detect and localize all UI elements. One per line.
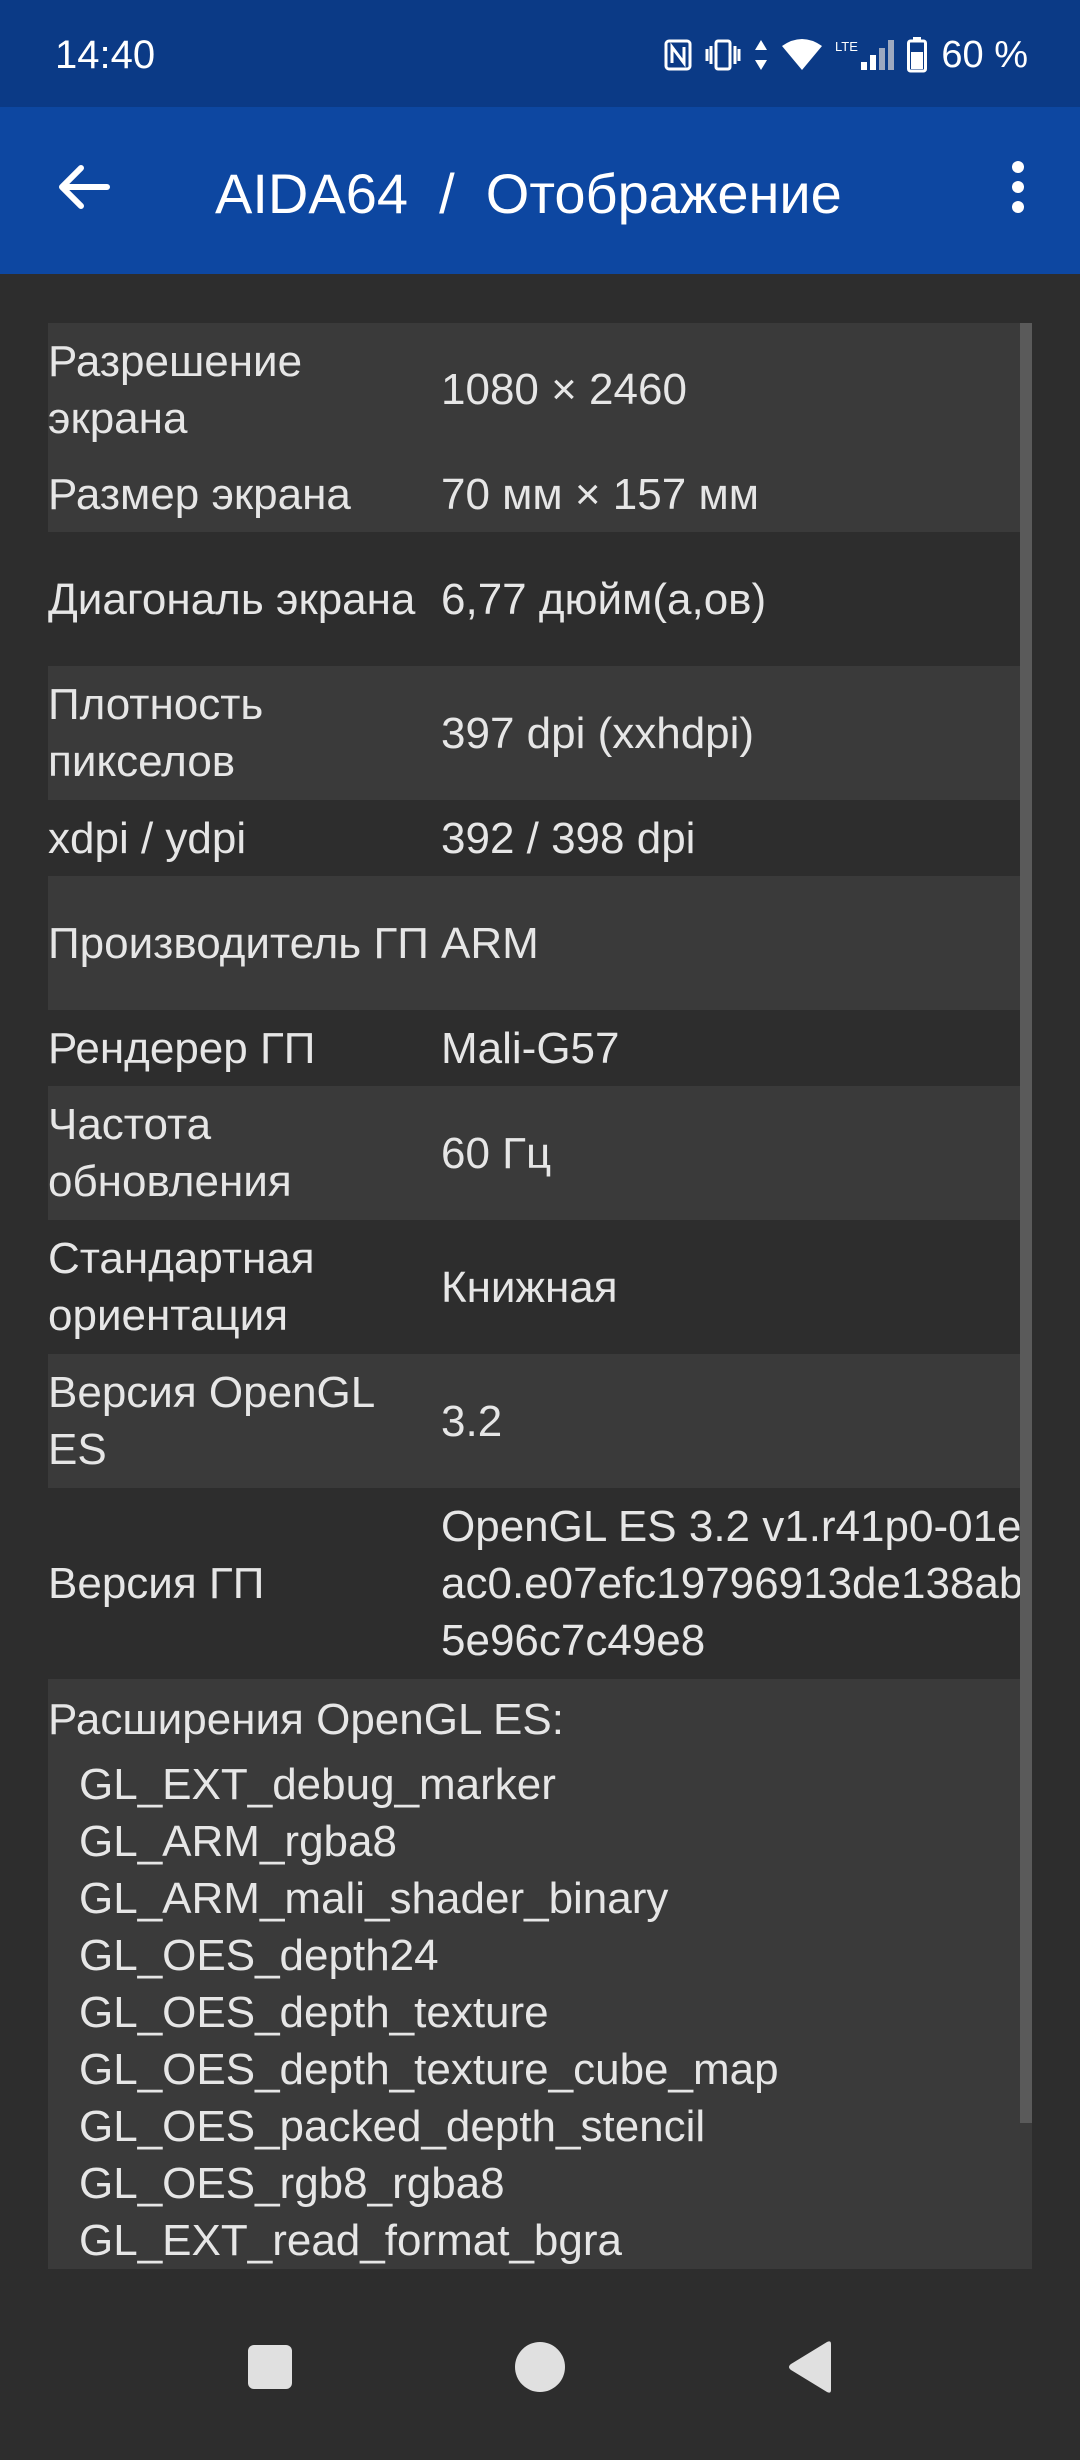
row-value: 397 dpi (xxhdpi) (441, 708, 755, 758)
recents-square-icon (248, 2345, 292, 2389)
extensions-block[interactable]: Расширения OpenGL ES: GL_EXT_debug_marke… (48, 1679, 1032, 2269)
recents-button[interactable] (220, 2322, 320, 2412)
app-bar: AIDA64 / Отображение (0, 107, 1080, 274)
row-value: Mali-G57 (441, 1023, 620, 1073)
extension-item: GL_ARM_rgba8 (79, 1817, 397, 1866)
row-label: Рендерер ГП (48, 1023, 316, 1073)
extension-item: GL_OES_depth24 (79, 1931, 439, 1980)
list-row[interactable]: Версия ГП OpenGL ES 3.2 v1.r41p0-01eac0.… (48, 1488, 1032, 1679)
extension-item: GL_EXT_debug_marker (79, 1760, 556, 1809)
extension-item: GL_EXT_read_format_bgra (79, 2216, 622, 2265)
row-value: 70 мм × 157 мм (441, 469, 759, 519)
row-label: Версия OpenGL ES (48, 1368, 374, 1474)
list-row[interactable]: Плотность пикселов 397 dpi (xxhdpi) (48, 666, 1032, 800)
info-list[interactable]: Разрешение экрана 1080 × 2460 Размер экр… (48, 323, 1032, 2269)
arrow-left-icon (59, 165, 110, 209)
row-label: Разрешение экрана (48, 336, 303, 443)
row-value: 6,77 дюйм(а,ов) (441, 574, 767, 624)
list-row[interactable]: Диагональ экрана 6,77 дюйм(а,ов) (48, 532, 1032, 666)
list-row[interactable]: Размер экрана 70 мм × 157 мм (48, 456, 1032, 532)
list-row[interactable]: Разрешение экрана 1080 × 2460 (48, 323, 1032, 456)
nav-back-button[interactable] (760, 2322, 860, 2412)
status-bar: 14:40 LTE 60 % (0, 0, 1080, 107)
row-value: 60 Гц (441, 1128, 552, 1178)
wifi-icon (781, 38, 823, 72)
battery-percent: 60 % (941, 33, 1028, 76)
vibrate-icon (705, 38, 741, 72)
row-value: Книжная (441, 1262, 618, 1312)
battery-icon (907, 37, 928, 73)
row-label: Версия ГП (48, 1559, 265, 1608)
extension-item: GL_ARM_mali_shader_binary (79, 1874, 669, 1923)
back-triangle-icon (789, 2341, 831, 2393)
nfc-icon (663, 38, 693, 72)
row-label: Плотность пикселов (48, 680, 264, 786)
data-arrows-icon (753, 38, 769, 72)
list-row[interactable]: Рендерер ГП Mali-G57 (48, 1010, 1032, 1086)
status-icons: LTE 60 % (651, 28, 1028, 82)
row-value: 3.2 (441, 1396, 503, 1446)
back-button[interactable] (44, 147, 124, 227)
row-value: OpenGL ES 3.2 v1.r41p0-01eac0.e07efc1979… (441, 1502, 1024, 1665)
scrollbar[interactable] (1020, 323, 1032, 2123)
row-value: 1080 × 2460 (441, 365, 687, 414)
row-label: Стандартная ориентация (48, 1234, 315, 1340)
row-value: 392 / 398 dpi (441, 813, 696, 863)
row-label: Производитель ГП (48, 918, 429, 968)
extension-item: GL_OES_rgb8_rgba8 (79, 2159, 505, 2208)
home-circle-icon (515, 2342, 565, 2392)
list-row[interactable]: Версия OpenGL ES 3.2 (48, 1354, 1032, 1488)
row-label: Диагональ экрана (48, 574, 416, 624)
row-value: ARM (441, 918, 539, 968)
row-label: xdpi / ydpi (48, 813, 247, 863)
extension-item: GL_OES_depth_texture (79, 1988, 549, 2037)
extension-item: GL_OES_depth_texture_cube_map (79, 2045, 779, 2094)
row-label: Размер экрана (48, 469, 351, 519)
extensions-title: Расширения OpenGL ES: (48, 1695, 564, 1744)
status-time: 14:40 (55, 33, 156, 77)
content-area[interactable]: Разрешение экрана 1080 × 2460 Размер экр… (0, 274, 1080, 2274)
list-row[interactable]: Производитель ГП ARM (48, 876, 1032, 1010)
page-title: AIDA64 / Отображение (215, 162, 842, 225)
list-row[interactable]: Частота обновления 60 Гц (48, 1086, 1032, 1220)
list-row[interactable]: xdpi / ydpi 392 / 398 dpi (48, 800, 1032, 876)
more-vert-icon (1012, 161, 1024, 213)
home-button[interactable] (490, 2322, 590, 2412)
overflow-menu-button[interactable] (978, 147, 1058, 227)
navigation-bar (0, 2274, 1080, 2460)
extension-item: GL_OES_packed_depth_stencil (79, 2102, 706, 2151)
list-row[interactable]: Стандартная ориентация Книжная (48, 1220, 1032, 1354)
lte-label: LTE (835, 39, 858, 54)
signal-icon: LTE (835, 38, 895, 72)
row-label: Частота обновления (48, 1100, 292, 1206)
